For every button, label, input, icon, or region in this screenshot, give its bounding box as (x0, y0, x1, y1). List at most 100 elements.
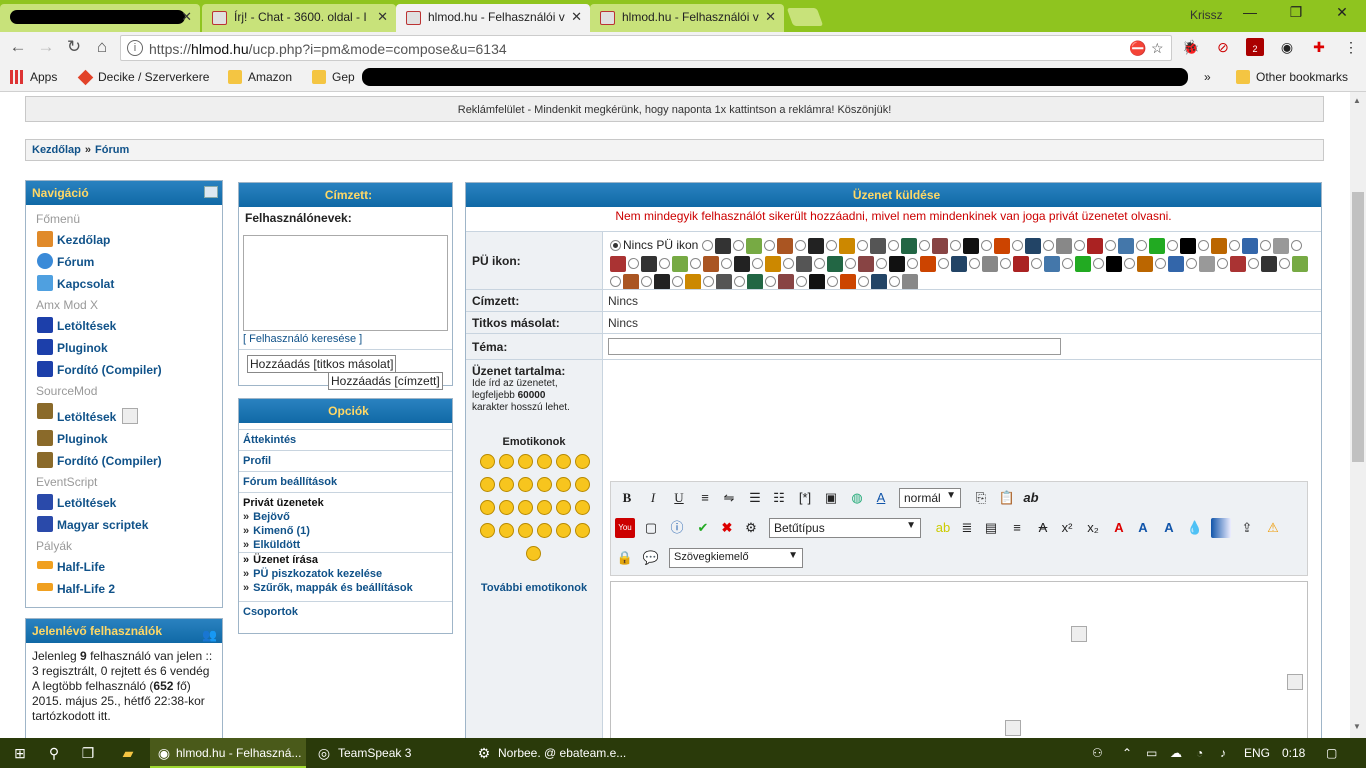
emoticon-icon[interactable] (556, 454, 571, 469)
taskbar-teamspeak[interactable]: ◎ TeamSpeak 3 (310, 738, 466, 768)
pm-icon-radio[interactable] (765, 276, 776, 288)
more-emoticons-link[interactable]: További emotikonok (472, 582, 596, 594)
emoticon-icon[interactable] (518, 454, 533, 469)
highlight-icon[interactable]: ab (933, 518, 953, 538)
pm-icon-radio[interactable] (659, 258, 670, 270)
task-view-icon[interactable]: ❐ (80, 745, 96, 761)
bookmarks-overflow[interactable]: » (1186, 70, 1211, 84)
pm-icon-radio[interactable] (672, 276, 683, 288)
emoticon-icon[interactable] (537, 454, 552, 469)
pm-icon-radio[interactable] (888, 240, 900, 252)
tray-chevron-icon[interactable]: ⌃ (1122, 746, 1132, 760)
pm-icon-radio[interactable] (690, 258, 701, 270)
pm-icon-radio[interactable] (1031, 258, 1042, 270)
align-center-icon[interactable]: ≣ (957, 518, 977, 538)
italic-button[interactable]: I (643, 488, 663, 508)
nav-halflife[interactable]: Half-Life (26, 556, 222, 578)
bookmark-amazon[interactable]: Amazon (228, 70, 292, 84)
pm-icon-radio[interactable] (1248, 258, 1259, 270)
search-icon[interactable]: ⚲ (46, 745, 62, 761)
pm-icon-radio[interactable] (826, 240, 838, 252)
emoticon-icon[interactable] (537, 477, 552, 492)
font-face-select[interactable]: Betűtípus ▼ (769, 518, 921, 538)
usernames-textarea[interactable] (243, 235, 448, 331)
minimize-button[interactable]: — (1230, 4, 1270, 26)
bold-button[interactable]: B (617, 488, 637, 508)
tab-redacted[interactable]: ✕ (0, 4, 200, 32)
pm-compose[interactable]: » Üzenet írása (239, 552, 452, 567)
tab-hlmod-active[interactable]: hlmod.hu - Felhasználói v ✕ (396, 4, 590, 32)
underline-button[interactable]: U (669, 488, 689, 508)
emoticon-icon[interactable] (480, 454, 495, 469)
align-justify-icon[interactable]: ≡ (1007, 518, 1027, 538)
pm-icon-radio[interactable] (1155, 258, 1166, 270)
scroll-up-icon[interactable]: ▲ (1353, 96, 1361, 105)
close-icon[interactable]: ✕ (181, 9, 192, 25)
action-center-icon[interactable]: ▢ (1326, 746, 1337, 760)
option-overview[interactable]: Áttekintés (239, 429, 452, 450)
home-icon[interactable]: ⌂ (90, 37, 114, 59)
pm-icon-radio[interactable] (721, 258, 732, 270)
check-icon[interactable]: ✔ (693, 518, 713, 538)
restore-button[interactable]: ❐ (1276, 4, 1316, 26)
flash-icon[interactable]: ▢ (641, 518, 661, 538)
emoticon-icon[interactable] (480, 500, 495, 515)
emoticon-icon[interactable] (518, 523, 533, 538)
close-icon[interactable]: ✕ (765, 9, 776, 25)
breadcrumb-home[interactable]: Kezdőlap (32, 144, 81, 156)
pm-icon-radio[interactable] (783, 258, 794, 270)
emoticon-icon[interactable] (575, 500, 590, 515)
extension-flag-icon[interactable]: ✚ (1310, 38, 1328, 56)
pm-icon-radio[interactable] (1136, 240, 1148, 252)
option-groups[interactable]: Csoportok (239, 601, 452, 622)
strikethrough-icon[interactable]: A (1033, 518, 1053, 538)
pm-icon-radio[interactable] (919, 240, 931, 252)
pm-icon-radio[interactable] (858, 276, 869, 288)
bookmark-star-icon[interactable]: ☆ (1151, 40, 1164, 57)
pm-outbox[interactable]: » Kimenő (1) (239, 524, 452, 538)
no-icon-radio[interactable] (610, 240, 621, 252)
emoticon-icon[interactable] (575, 454, 590, 469)
file-explorer-icon[interactable]: ▰ (120, 745, 136, 761)
gradient-icon[interactable] (1211, 518, 1231, 538)
pm-icon-radio[interactable] (907, 258, 918, 270)
emoticon-icon[interactable] (556, 523, 571, 538)
emoticon-icon[interactable] (499, 500, 514, 515)
pm-icon-radio[interactable] (1217, 258, 1228, 270)
back-icon[interactable]: ← (6, 37, 30, 59)
steam-icon[interactable]: ⚙ (741, 518, 761, 538)
info-icon[interactable]: ⓘ (667, 518, 687, 538)
option-forum-settings[interactable]: Fórum beállítások (239, 471, 452, 492)
nav-es-downloads[interactable]: Letöltések (26, 492, 222, 514)
close-icon[interactable]: ✕ (377, 9, 388, 25)
tab-chat[interactable]: Írj! - Chat - 3600. oldal - I ✕ (202, 4, 396, 32)
pm-icon-radio[interactable] (1229, 240, 1241, 252)
window-close-button[interactable]: ✕ (1322, 4, 1362, 26)
extension-block-icon[interactable]: ⊘ (1214, 38, 1232, 56)
youtube-icon[interactable]: You (615, 518, 635, 538)
reload-icon[interactable]: ↻ (62, 37, 86, 59)
pm-icon-radio[interactable] (628, 258, 639, 270)
profile-name[interactable]: Krissz (1190, 8, 1223, 22)
nav-contact[interactable]: Kapcsolat (26, 273, 222, 295)
pm-icon-radio[interactable] (1198, 240, 1210, 252)
pm-icon-radio[interactable] (733, 240, 745, 252)
blocked-popup-icon[interactable]: ⛔ (1129, 40, 1146, 57)
pm-filters[interactable]: » Szűrők, mappák és beállítások (239, 581, 452, 595)
taskbar-steam[interactable]: ⚙ Norbee. @ ebateam.e... (470, 738, 627, 768)
pm-icon-radio[interactable] (1012, 240, 1024, 252)
pm-icon-radio[interactable] (938, 258, 949, 270)
emoticon-icon[interactable] (499, 477, 514, 492)
blur-text-icon[interactable]: A (1159, 518, 1179, 538)
volume-icon[interactable]: ♪ (1220, 746, 1226, 760)
clock[interactable]: 0:18 (1282, 746, 1305, 760)
numbered-list-icon[interactable]: ☷ (769, 488, 789, 508)
copy-icon[interactable]: ⎘ (971, 488, 991, 508)
scroll-thumb[interactable] (1352, 192, 1364, 462)
image-icon[interactable]: ▣ (821, 488, 841, 508)
fade-icon[interactable]: 💧 (1185, 518, 1205, 538)
menu-icon[interactable]: ⋮ (1342, 38, 1360, 56)
pm-sent[interactable]: » Elküldött (239, 538, 452, 552)
pm-icon-radio[interactable] (950, 240, 962, 252)
bookmark-gep[interactable]: Gep (312, 70, 355, 84)
